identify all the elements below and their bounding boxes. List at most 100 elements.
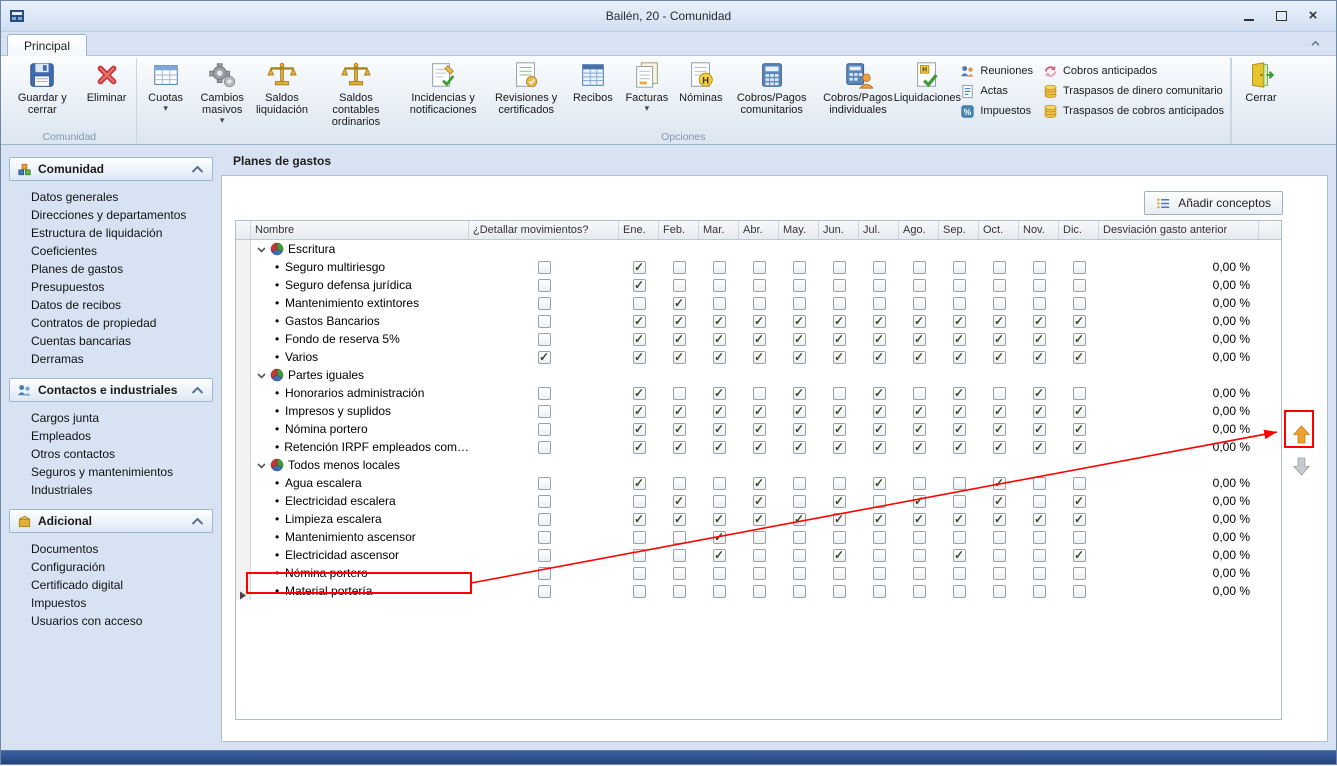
table-row[interactable]: •Electricidad escalera0,00 % [236,492,1281,510]
table-row[interactable]: •Mantenimiento extintores0,00 % [236,294,1281,312]
month-ago-checkbox[interactable] [913,297,926,310]
month-may-checkbox[interactable] [793,405,806,418]
month-abr-checkbox[interactable] [753,333,766,346]
row-selector[interactable] [236,348,251,366]
table-row[interactable]: •Gastos Bancarios0,00 % [236,312,1281,330]
row-selector[interactable] [236,312,251,330]
month-ago-checkbox[interactable] [913,279,926,292]
sidebar-item-cuentas-bancarias[interactable]: Cuentas bancarias [9,332,213,350]
sidebar-item-derramas[interactable]: Derramas [9,350,213,368]
row-selector[interactable] [236,528,251,546]
month-ago-checkbox[interactable] [913,477,926,490]
sidebar-item-presupuestos[interactable]: Presupuestos [9,278,213,296]
month-jun-checkbox[interactable] [833,567,846,580]
move-up-button[interactable] [1290,421,1312,447]
collapse-icon[interactable] [256,244,267,255]
month-ene-checkbox[interactable] [633,513,646,526]
cerrar-button[interactable]: Cerrar [1234,58,1288,104]
month-jul-checkbox[interactable] [873,279,886,292]
month-dic-checkbox[interactable] [1073,261,1086,274]
sidebar-section-comunidad[interactable]: Comunidad [9,157,213,181]
sidebar-item-estructura-de-liquidacion[interactable]: Estructura de liquidación [9,224,213,242]
month-oct-checkbox[interactable] [993,423,1006,436]
column-header-mar[interactable]: Mar. [699,221,739,239]
month-ago-checkbox[interactable] [913,261,926,274]
detail-movements-checkbox[interactable] [538,567,551,580]
impuestos-button[interactable]: %Impuestos [960,101,1033,121]
month-may-checkbox[interactable] [793,315,806,328]
sidebar-item-datos-de-recibos[interactable]: Datos de recibos [9,296,213,314]
table-row[interactable]: •Agua escalera0,00 % [236,474,1281,492]
month-mar-checkbox[interactable] [713,477,726,490]
month-jul-checkbox[interactable] [873,441,886,454]
row-selector[interactable] [236,366,251,384]
row-selector[interactable] [236,258,251,276]
incidencias-y-notificaciones-button[interactable]: Incidencias y notificaciones [400,58,487,116]
month-mar-checkbox[interactable] [713,513,726,526]
month-sep-checkbox[interactable] [953,261,966,274]
month-jun-checkbox[interactable] [833,531,846,544]
traspasos-de-cobros-anticipados-button[interactable]: Traspasos de cobros anticipados [1043,101,1224,121]
month-feb-checkbox[interactable] [673,477,686,490]
month-oct-checkbox[interactable] [993,315,1006,328]
month-nov-checkbox[interactable] [1033,261,1046,274]
month-nov-checkbox[interactable] [1033,513,1046,526]
sidebar-item-planes-de-gastos[interactable]: Planes de gastos [9,260,213,278]
row-selector[interactable] [236,330,251,348]
restore-button[interactable] [1268,7,1294,25]
month-jul-checkbox[interactable] [873,297,886,310]
month-nov-checkbox[interactable] [1033,333,1046,346]
row-selector[interactable] [236,564,251,582]
detail-movements-checkbox[interactable] [538,423,551,436]
detail-movements-checkbox[interactable] [538,351,551,364]
guardar-y-cerrar-button[interactable]: Guardar y cerrar [5,58,80,116]
month-sep-checkbox[interactable] [953,387,966,400]
month-mar-checkbox[interactable] [713,441,726,454]
month-feb-checkbox[interactable] [673,441,686,454]
month-jun-checkbox[interactable] [833,261,846,274]
column-header-sep[interactable]: Sep. [939,221,979,239]
collapse-icon[interactable] [256,460,267,471]
month-mar-checkbox[interactable] [713,351,726,364]
month-jul-checkbox[interactable] [873,585,886,598]
month-nov-checkbox[interactable] [1033,585,1046,598]
detail-movements-checkbox[interactable] [538,315,551,328]
column-header-nov[interactable]: Nov. [1019,221,1059,239]
month-mar-checkbox[interactable] [713,387,726,400]
month-feb-checkbox[interactable] [673,531,686,544]
month-ene-checkbox[interactable] [633,279,646,292]
month-sep-checkbox[interactable] [953,351,966,364]
sidebar-item-datos-generales[interactable]: Datos generales [9,188,213,206]
detail-movements-checkbox[interactable] [538,495,551,508]
sidebar-item-empleados[interactable]: Empleados [9,427,213,445]
month-feb-checkbox[interactable] [673,423,686,436]
row-selector[interactable] [236,420,251,438]
month-sep-checkbox[interactable] [953,477,966,490]
month-jul-checkbox[interactable] [873,513,886,526]
month-dic-checkbox[interactable] [1073,531,1086,544]
table-row[interactable]: •Electricidad ascensor0,00 % [236,546,1281,564]
month-dic-checkbox[interactable] [1073,495,1086,508]
month-ene-checkbox[interactable] [633,315,646,328]
sidebar-section-adicional[interactable]: Adicional [9,509,213,533]
month-jun-checkbox[interactable] [833,333,846,346]
month-jun-checkbox[interactable] [833,279,846,292]
month-oct-checkbox[interactable] [993,279,1006,292]
month-may-checkbox[interactable] [793,549,806,562]
month-dic-checkbox[interactable] [1073,279,1086,292]
month-dic-checkbox[interactable] [1073,585,1086,598]
month-oct-checkbox[interactable] [993,495,1006,508]
liquidaciones-button[interactable]: HLiquidaciones [900,58,954,104]
month-jul-checkbox[interactable] [873,315,886,328]
month-ene-checkbox[interactable] [633,333,646,346]
month-nov-checkbox[interactable] [1033,477,1046,490]
sidebar-item-impuestos[interactable]: Impuestos [9,594,213,612]
row-selector[interactable] [236,276,251,294]
column-header-abr[interactable]: Abr. [739,221,779,239]
month-mar-checkbox[interactable] [713,495,726,508]
month-jul-checkbox[interactable] [873,387,886,400]
sidebar-item-cargos-junta[interactable]: Cargos junta [9,409,213,427]
month-feb-checkbox[interactable] [673,585,686,598]
month-sep-checkbox[interactable] [953,423,966,436]
month-may-checkbox[interactable] [793,351,806,364]
